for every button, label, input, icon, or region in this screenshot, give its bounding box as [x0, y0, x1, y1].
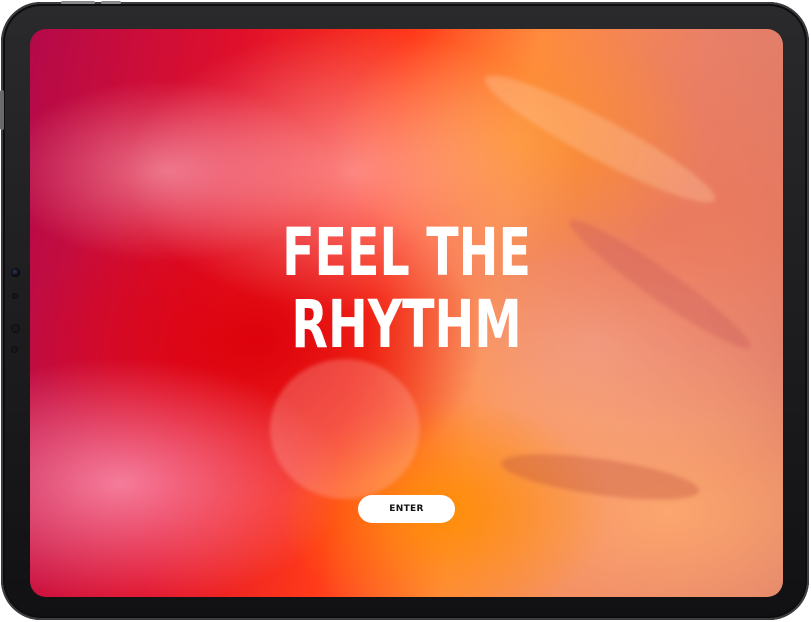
flash-dot [11, 346, 18, 353]
side-button [0, 90, 4, 130]
enter-button[interactable]: ENTER [358, 495, 455, 523]
headline-line-2: RHYTHM [291, 286, 522, 363]
camera-icon [11, 268, 20, 277]
top-button [61, 1, 95, 4]
ipad-frame: FEEL THE RHYTHM ENTER [0, 1, 809, 620]
hero-headline: FEEL THE RHYTHM [135, 217, 677, 361]
camera-lens-icon [11, 324, 20, 333]
headline-line-1: FEEL THE [282, 214, 531, 291]
texture-streak [475, 60, 725, 218]
top-button-secondary [101, 1, 121, 4]
sensor-dot [12, 293, 18, 299]
texture-streak [270, 359, 420, 499]
texture-streak [498, 445, 702, 509]
app-screen: FEEL THE RHYTHM ENTER [30, 29, 783, 597]
